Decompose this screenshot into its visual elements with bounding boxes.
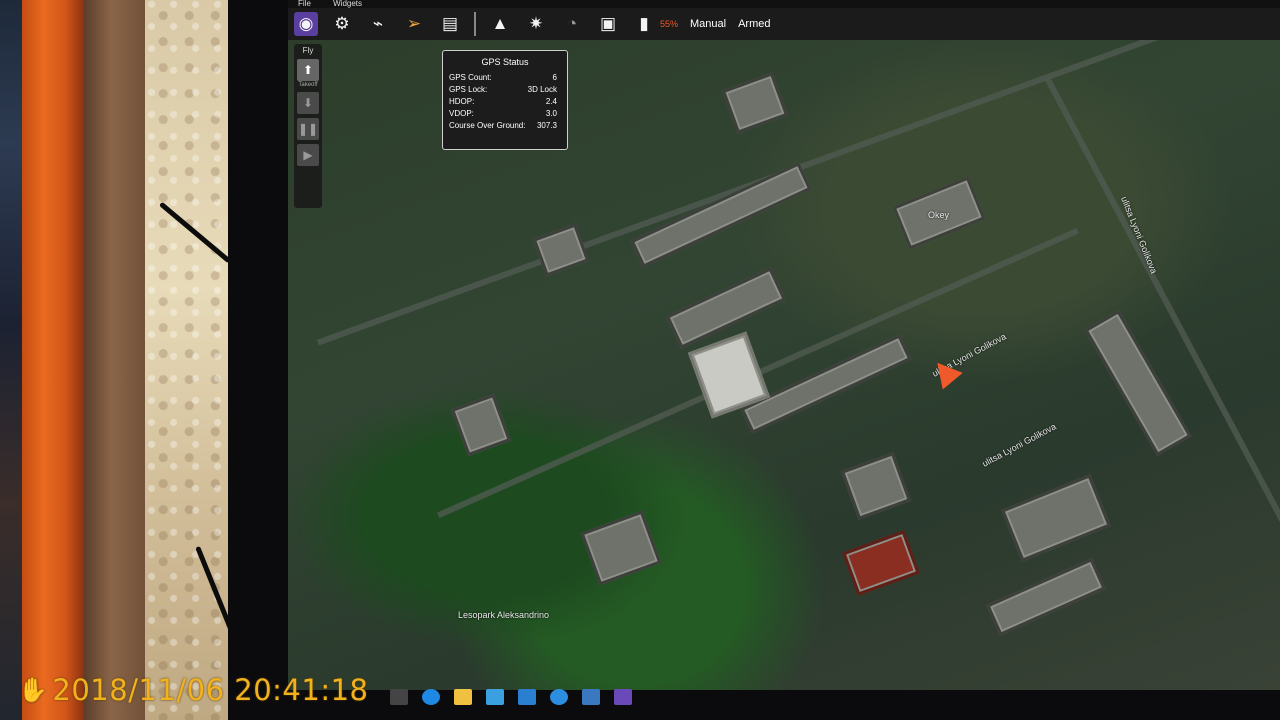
menu-file[interactable]: File <box>298 0 311 8</box>
toolbar-separator <box>474 12 476 36</box>
gps-status-popup: GPS Status GPS Count: 6 GPS Lock: 3D Loc… <box>442 50 568 150</box>
orange-shelf-post <box>22 0 84 720</box>
map-building <box>1084 309 1192 457</box>
gps-row-value: 6 <box>552 73 557 82</box>
map-building <box>580 510 662 586</box>
map-building <box>842 530 920 596</box>
hand-icon: ✋ <box>18 676 49 704</box>
gps-row-label: VDOP: <box>449 109 474 118</box>
gps-row-label: HDOP: <box>449 97 475 106</box>
map-building <box>1001 474 1111 562</box>
store-icon[interactable] <box>486 689 504 705</box>
edge-icon[interactable] <box>422 689 440 705</box>
menu-widgets[interactable]: Widgets <box>333 0 362 8</box>
battery-icon[interactable]: ▮ <box>632 12 656 36</box>
task-view-icon[interactable] <box>390 689 408 705</box>
flight-mode-label[interactable]: Manual <box>690 18 726 30</box>
ie-icon[interactable] <box>550 689 568 705</box>
fly-tools-title: Fly <box>302 46 314 55</box>
warning-triangle-icon[interactable]: ▲ <box>488 12 512 36</box>
gps-row: HDOP: 2.4 <box>449 97 561 106</box>
document-analyze-icon[interactable]: ▤ <box>438 12 462 36</box>
waypoint-plan-icon[interactable]: ⌁ <box>366 12 390 36</box>
takeoff-button[interactable]: ⬆ <box>297 59 319 81</box>
arrow-up-icon: ⬆ <box>302 63 314 77</box>
qgc-app-icon[interactable] <box>582 689 600 705</box>
pause-button[interactable]: ❚❚ <box>297 118 319 140</box>
play-icon: ▶ <box>303 148 313 162</box>
satellite-map[interactable]: ulitsa Lyoni Golikova ulitsa Lyoni Golik… <box>288 0 1280 690</box>
gps-row-value: 307.3 <box>536 121 557 130</box>
camera-timestamp-text: 2018/11/06 20:41:18 <box>52 673 369 707</box>
street-label: ulitsa Lyoni Golikova <box>1119 195 1160 275</box>
wood-post <box>84 0 152 720</box>
gps-status-title: GPS Status <box>481 57 529 67</box>
telemetry-icon[interactable]: ▣ <box>596 12 620 36</box>
menu-bar: File Widgets <box>288 0 1280 8</box>
gps-row-label: GPS Count: <box>449 73 492 82</box>
battery-percent: 55% <box>660 19 679 29</box>
arrow-down-icon: ⬇ <box>302 96 314 110</box>
map-building <box>532 223 590 277</box>
map-building <box>740 334 912 434</box>
file-explorer-icon[interactable] <box>454 689 472 705</box>
map-building <box>986 557 1106 637</box>
map-building <box>840 451 912 521</box>
pause-icon: ❚❚ <box>297 122 319 136</box>
windows-taskbar <box>330 682 1280 712</box>
main-toolbar: ◉ ⚙ ⌁ ➢ ▤ ▲ ✷ ◔ ▣ ▮ 55% Manual Armed <box>288 8 1280 40</box>
map-building <box>450 393 512 457</box>
gps-row: Course Over Ground: 307.3 <box>449 121 561 130</box>
mail-icon[interactable] <box>518 689 536 705</box>
camera-timestamp: ✋ 2018/11/06 20:41:18 <box>18 672 369 708</box>
arm-state-label[interactable]: Armed <box>738 18 770 30</box>
qgc-taskbar-icon[interactable] <box>614 689 632 705</box>
takeoff-caption: Takeoff <box>298 82 318 88</box>
monitor-screen: ulitsa Lyoni Golikova ulitsa Lyoni Golik… <box>288 0 1280 690</box>
street-label: ulitsa Lyoni Golikova <box>980 421 1058 469</box>
gps-row-label: GPS Lock: <box>449 85 488 94</box>
fly-tools-panel: Fly ⬆ Takeoff ⬇ ❚❚ ▶ <box>294 44 322 208</box>
gps-row-value: 3.0 <box>545 109 557 118</box>
qgc-logo-icon[interactable]: ◉ <box>294 12 318 36</box>
gps-row: GPS Count: 6 <box>449 73 561 82</box>
gps-row-value: 3D Lock <box>527 85 557 94</box>
street-label: Lesopark Aleksandrino <box>458 610 550 620</box>
satellite-icon[interactable]: ✷ <box>524 12 548 36</box>
settings-gear-icon[interactable]: ⚙ <box>330 12 354 36</box>
map-building <box>665 267 787 349</box>
gps-row-value: 2.4 <box>545 97 557 106</box>
map-building <box>721 72 789 134</box>
rc-signal-icon[interactable]: ◔ <box>560 12 584 36</box>
gps-row: VDOP: 3.0 <box>449 109 561 118</box>
action-button[interactable]: ▶ <box>297 144 319 166</box>
street-label: Okey <box>928 210 950 220</box>
gps-row-label: Course Over Ground: <box>449 121 526 130</box>
gps-row: GPS Lock: 3D Lock <box>449 85 561 94</box>
paper-plane-icon[interactable]: ➢ <box>402 12 426 36</box>
land-button[interactable]: ⬇ <box>297 92 319 114</box>
